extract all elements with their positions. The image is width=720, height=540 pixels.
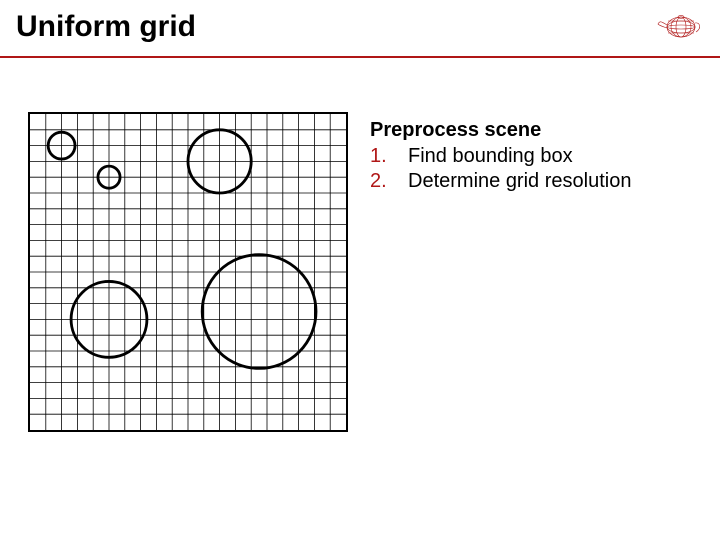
numbered-list: 1. Find bounding box 2. Determine grid r…	[370, 144, 700, 195]
teapot-icon	[656, 10, 702, 40]
body-text: Preprocess scene 1. Find bounding box 2.…	[370, 118, 700, 195]
grid-svg	[30, 114, 346, 430]
list-item: 2. Determine grid resolution	[370, 169, 700, 195]
body-heading: Preprocess scene	[370, 118, 700, 144]
title-underline	[0, 56, 720, 58]
list-number: 1.	[370, 144, 392, 170]
teapot-logo	[656, 10, 702, 40]
list-item: 1. Find bounding box	[370, 144, 700, 170]
page-title: Uniform grid	[16, 10, 196, 44]
list-number: 2.	[370, 169, 392, 195]
list-text: Find bounding box	[408, 144, 573, 170]
grid-diagram	[28, 112, 348, 432]
list-text: Determine grid resolution	[408, 169, 631, 195]
slide: Uniform grid Preprocess scene 1.	[0, 0, 720, 540]
